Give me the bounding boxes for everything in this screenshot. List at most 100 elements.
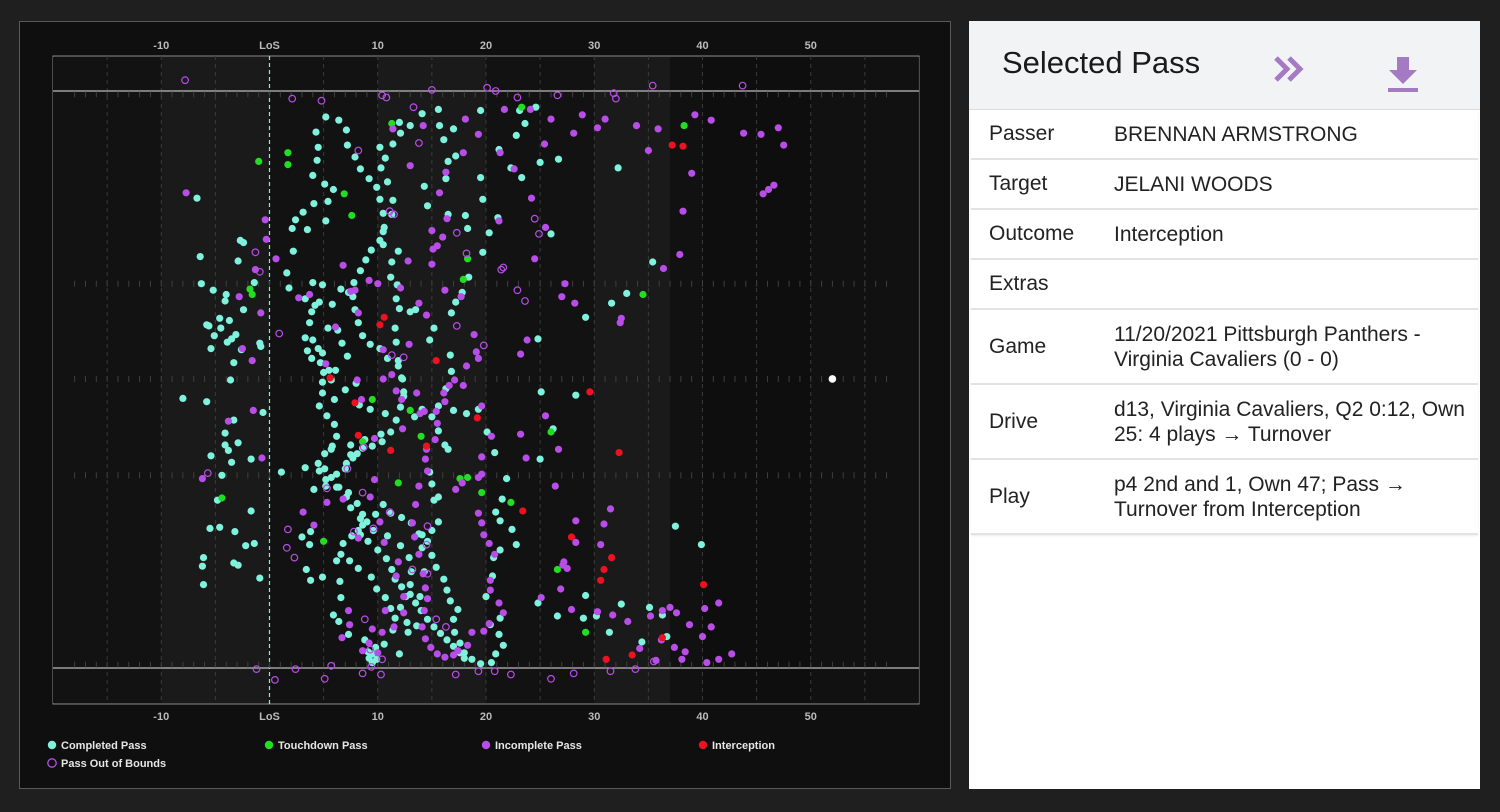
pass-point-incomplete xyxy=(411,533,419,541)
pass-point-interception xyxy=(602,655,610,663)
pass-point-completed xyxy=(406,308,414,316)
detail-value: JELANI WOODS xyxy=(1114,172,1273,196)
pass-point-completed xyxy=(537,388,545,396)
pass-point-incomplete xyxy=(636,644,644,653)
legend-swatch-interception xyxy=(698,740,708,750)
detail-value: Interception xyxy=(1114,222,1224,246)
pass-point-incomplete xyxy=(495,599,503,607)
pass-point-incomplete xyxy=(366,493,374,501)
pass-point-incomplete xyxy=(198,475,206,483)
pass-point-completed xyxy=(582,313,590,321)
pass-point-completed xyxy=(207,452,215,460)
pass-point-completed xyxy=(333,470,341,478)
pass-point-incomplete xyxy=(257,309,265,317)
pass-point-completed xyxy=(477,660,485,668)
pass-point-completed xyxy=(428,551,436,560)
pass-point-completed xyxy=(479,248,487,256)
pass-point-completed xyxy=(309,279,317,287)
pass-point-incomplete xyxy=(306,290,314,299)
pass-point-completed xyxy=(216,523,224,531)
pass-point-incomplete xyxy=(262,235,270,243)
pass-point-incomplete xyxy=(478,402,486,410)
pass-point-incomplete xyxy=(571,299,579,307)
chart-legend: Completed Pass Touchdown Pass Incomplete P… xyxy=(47,740,775,770)
pass-point-interception xyxy=(351,399,359,407)
pass-point-incomplete xyxy=(715,655,723,663)
download-button[interactable] xyxy=(1387,57,1419,98)
pass-point-completed xyxy=(321,450,329,458)
pass-point-completed xyxy=(197,280,205,288)
pass-point-completed xyxy=(328,300,336,308)
pass-point-completed xyxy=(364,537,372,545)
pass-point-completed xyxy=(649,258,657,266)
pass-point-completed xyxy=(406,590,414,599)
pass-point-incomplete xyxy=(558,293,566,301)
pass-point-completed xyxy=(337,285,345,293)
x-tick-label-bottom: 40 xyxy=(696,711,708,723)
pass-point-incomplete xyxy=(452,485,460,493)
pass-point-completed xyxy=(307,576,315,584)
pass-point-incomplete xyxy=(435,189,444,197)
pass-point-completed xyxy=(381,154,389,162)
pass-point-completed xyxy=(207,345,215,353)
pass-point-completed xyxy=(313,156,321,164)
pass-point-completed xyxy=(435,122,444,130)
pass-point-touchdown xyxy=(348,211,356,220)
pass-point-incomplete xyxy=(551,482,559,490)
legend-label-interception: Interception xyxy=(712,740,775,752)
legend-label-incomplete: Incomplete Pass xyxy=(495,740,582,752)
pass-point-incomplete xyxy=(616,319,624,327)
pass-point-incomplete xyxy=(370,434,379,443)
pass-point-completed xyxy=(405,554,413,562)
pass-point-incomplete xyxy=(416,410,424,418)
pass-point-incomplete xyxy=(392,387,400,395)
pass-point-incomplete xyxy=(423,595,432,603)
pass-point-completed xyxy=(380,223,388,231)
pass-point-completed xyxy=(428,526,436,535)
pass-point-incomplete xyxy=(415,482,423,490)
pass-point-incomplete xyxy=(646,612,655,620)
pass-point-interception xyxy=(668,141,676,149)
pass-point-completed xyxy=(608,299,616,307)
pass-point-completed xyxy=(389,196,397,204)
pass-point-completed xyxy=(380,640,388,648)
pass-point-incomplete xyxy=(681,648,689,656)
pass-point-completed xyxy=(614,164,622,172)
detail-row-drive: Drive d13, Virginia Cavaliers, Q2 0:12, … xyxy=(971,385,1478,460)
pass-point-completed xyxy=(440,575,448,583)
pass-point-incomplete xyxy=(478,519,486,527)
pass-point-interception xyxy=(376,321,384,329)
pass-point-completed xyxy=(645,603,654,612)
pass-chart: -10 -10 LoS LoS 10 10 20 20 30 30 40 40 50 50 Complet… xyxy=(47,40,920,770)
pass-point-completed xyxy=(330,420,338,428)
pass-point-completed xyxy=(336,577,344,586)
pass-point-completed xyxy=(423,615,432,623)
pass-point-completed xyxy=(322,476,330,484)
pass-point-incomplete xyxy=(523,336,531,344)
pass-point-completed xyxy=(446,351,454,359)
pass-point-completed xyxy=(391,324,399,332)
pass-point-completed xyxy=(368,442,376,450)
pass-point-interception xyxy=(679,142,687,150)
pass-point-completed xyxy=(344,630,353,639)
pass-point-touchdown xyxy=(507,498,515,506)
pass-point-completed xyxy=(521,119,529,128)
detail-label: Target xyxy=(989,172,1048,195)
pass-point-completed xyxy=(354,564,362,573)
pass-point-completed xyxy=(388,565,396,574)
detail-label: Drive xyxy=(989,409,1039,433)
pass-point-incomplete xyxy=(578,111,586,119)
x-tick-label-bottom: 50 xyxy=(805,711,817,723)
pass-point-completed xyxy=(359,521,367,529)
pass-point-incomplete xyxy=(632,122,641,130)
pass-point-incomplete xyxy=(561,280,569,288)
pass-point-completed xyxy=(309,171,317,179)
pass-point-completed xyxy=(354,319,362,327)
expand-button[interactable] xyxy=(1272,55,1306,88)
pass-point-completed xyxy=(335,116,343,124)
pass-point-completed xyxy=(196,253,204,261)
pass-point-completed xyxy=(426,336,434,344)
pass-point-completed xyxy=(303,226,311,234)
pass-point-completed xyxy=(404,628,412,636)
pass-point-completed xyxy=(259,408,267,417)
